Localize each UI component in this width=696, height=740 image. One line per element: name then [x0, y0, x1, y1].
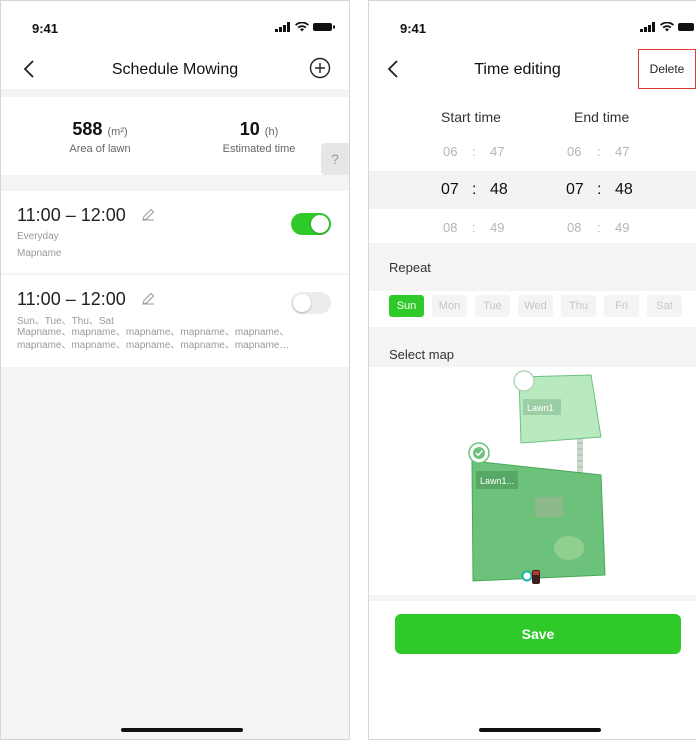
area-value: 588 [72, 119, 103, 139]
time-summary: 10 (h) Estimated time [209, 119, 309, 155]
start-minute: 49 [490, 220, 505, 235]
add-schedule-icon[interactable] [309, 57, 331, 79]
status-bar: 9:41 [369, 1, 696, 51]
status-time: 9:41 [32, 21, 59, 36]
separator: : [472, 144, 476, 159]
time-label: Estimated time [222, 143, 296, 155]
lawn-summary: 588 (m²) Area of lawn 10 (h) Estimated t… [1, 97, 349, 175]
page-title: Schedule Mowing [111, 61, 239, 78]
wifi-icon [295, 22, 309, 32]
separator: : [597, 220, 601, 235]
edit-pencil-icon[interactable] [141, 208, 155, 222]
home-indicator [121, 728, 243, 732]
battery-icon [313, 23, 335, 31]
area-summary: 588 (m²) Area of lawn [45, 119, 155, 155]
day-sun[interactable]: Sun [389, 295, 424, 317]
schedule-item[interactable]: 11:00 – 12:00 Sun、Tue、Thu、Sat Mapname、ma… [1, 275, 349, 367]
save-button[interactable]: Save [395, 614, 681, 654]
delete-button[interactable]: Delete [638, 49, 696, 89]
signal-icon [640, 22, 655, 32]
schedule-days: Sun、Tue、Thu、Sat [17, 316, 114, 327]
obstacle-zone [554, 536, 584, 560]
end-hour: 06 [567, 144, 582, 159]
lawn-1-label: Lawn1 [527, 403, 554, 413]
area-label: Area of lawn [69, 143, 131, 155]
day-sat[interactable]: Sat [647, 295, 682, 317]
status-bar: 9:41 [1, 1, 349, 51]
nav-bar: Schedule Mowing [1, 51, 349, 89]
battery-icon [678, 23, 694, 31]
end-hour: 07 [566, 181, 584, 198]
connector-path [577, 439, 583, 475]
day-thu[interactable]: Thu [561, 295, 596, 317]
schedule-toggle[interactable] [291, 213, 331, 235]
wifi-icon [660, 22, 674, 32]
schedule-maps: Mapname、mapname、mapname、mapname、mapname、… [17, 327, 290, 351]
schedule-maps: Mapname [17, 248, 62, 259]
status-icons [640, 22, 694, 32]
separator: : [472, 181, 477, 198]
time-value: 10 [239, 119, 260, 139]
end-hour: 08 [567, 220, 582, 235]
lawn-2-label: Lawn1... [480, 476, 514, 486]
separator: : [597, 181, 602, 198]
time-unit: (h) [264, 126, 279, 138]
repeat-days: Sun Mon Tue Wed Thu Fri Sat [369, 291, 696, 327]
obstacle-zone [535, 497, 563, 517]
time-picker[interactable]: Start time End time 06 : 47 06 : 47 07 :… [369, 89, 696, 243]
edit-pencil-icon[interactable] [141, 292, 155, 306]
start-hour: 08 [443, 220, 458, 235]
end-minute: 48 [615, 181, 633, 198]
picker-row[interactable]: 08 : 49 08 : 49 [369, 209, 696, 247]
select-map-label: Select map [389, 347, 455, 362]
unselected-check-icon[interactable] [513, 370, 535, 392]
end-minute: 47 [615, 144, 630, 159]
picker-row[interactable]: 06 : 47 06 : 47 [369, 133, 696, 171]
location-pin-icon [521, 570, 533, 582]
home-indicator [479, 728, 601, 732]
status-icons [275, 22, 335, 32]
phone-schedule-mowing: 9:41 Schedule Mowing 588 (m²) Area of la… [0, 0, 350, 740]
day-fri[interactable]: Fri [604, 295, 639, 317]
schedule-toggle[interactable] [291, 292, 331, 314]
page-title: Time editing [474, 61, 561, 78]
schedule-days: Everyday [17, 231, 59, 242]
day-wed[interactable]: Wed [518, 295, 553, 317]
separator: : [597, 144, 601, 159]
end-time-header: End time [574, 109, 630, 125]
start-hour: 07 [441, 181, 459, 198]
schedule-time: 11:00 – 12:00 [17, 289, 126, 309]
help-icon[interactable]: ? [321, 143, 349, 175]
screen: 9:41 Schedule Mowing 588 (m²) Area of la… [0, 0, 696, 740]
end-minute: 49 [615, 220, 630, 235]
separator: : [472, 220, 476, 235]
start-minute: 48 [490, 181, 508, 198]
toggle-knob [311, 215, 329, 233]
phone-time-editing: 9:41 Time editing Delete Start time End … [368, 0, 696, 740]
repeat-label: Repeat [389, 260, 431, 275]
start-hour: 06 [443, 144, 458, 159]
map-selector[interactable]: Lawn1 Lawn1... [369, 367, 696, 595]
schedule-item[interactable]: 11:00 – 12:00 Everyday Mapname [1, 191, 349, 273]
start-time-header: Start time [441, 109, 501, 125]
area-unit: (m²) [107, 126, 128, 138]
toggle-knob [293, 294, 311, 312]
lawn-map[interactable]: Lawn1 Lawn1... [369, 367, 696, 595]
schedule-time: 11:00 – 12:00 [17, 205, 126, 225]
signal-icon [275, 22, 290, 32]
picker-row-selected[interactable]: 07 : 48 07 : 48 [369, 171, 696, 209]
status-time: 9:41 [400, 21, 427, 36]
start-minute: 47 [490, 144, 505, 159]
day-tue[interactable]: Tue [475, 295, 510, 317]
day-mon[interactable]: Mon [432, 295, 467, 317]
